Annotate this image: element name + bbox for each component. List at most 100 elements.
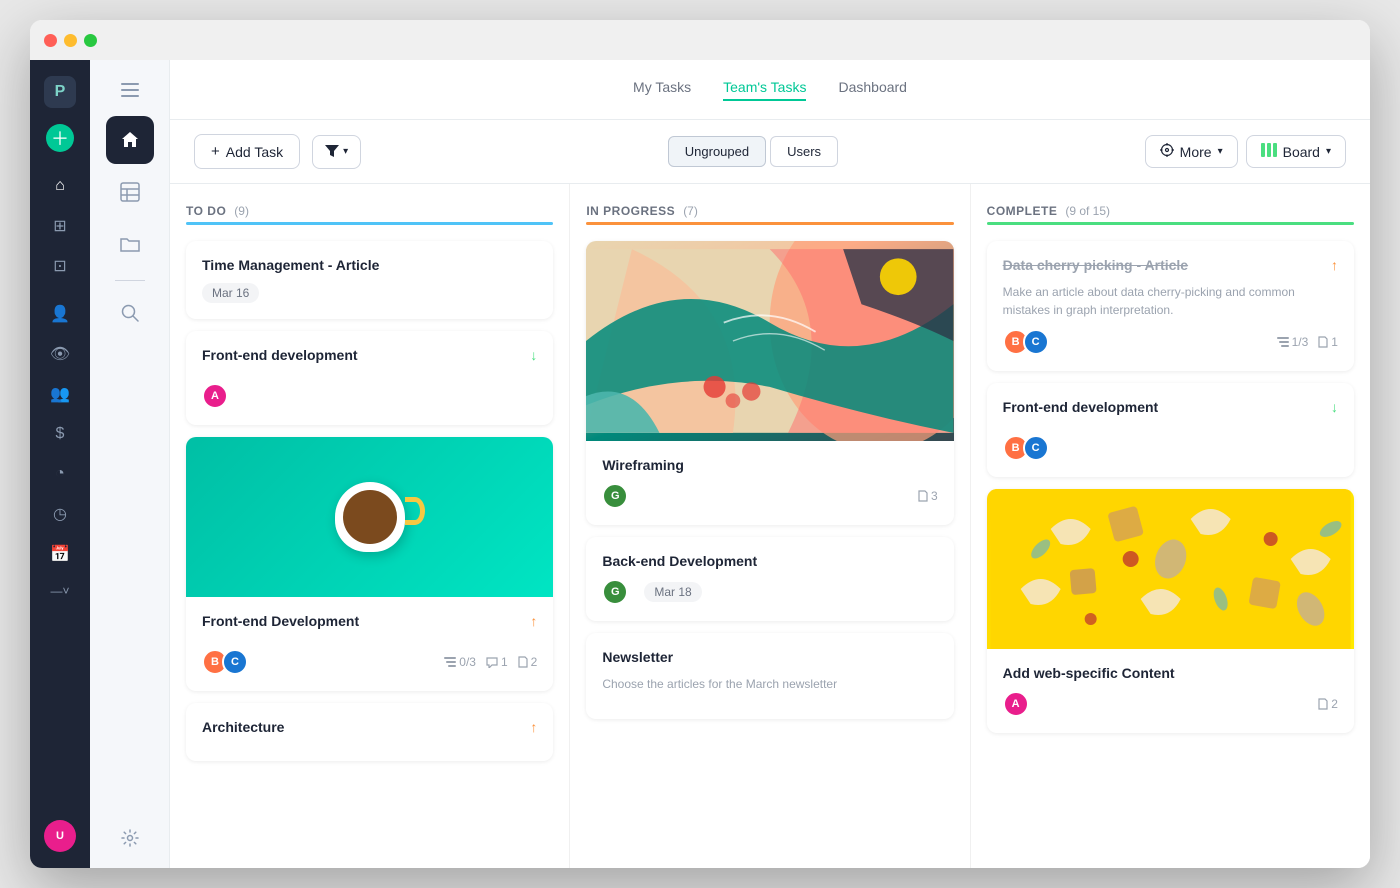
card-data-cherry[interactable]: Data cherry picking - Article ↑ Make an … xyxy=(987,241,1354,371)
minimize-button[interactable] xyxy=(64,34,77,47)
more-label: More xyxy=(1180,144,1212,160)
card-footer: B C xyxy=(1003,435,1338,461)
sidebar-item-home[interactable] xyxy=(106,116,154,164)
card-tag: Mar 18 xyxy=(644,582,701,602)
more-button[interactable]: More ▾ xyxy=(1145,135,1238,168)
card-title: Front-end development xyxy=(1003,399,1159,415)
nav-folder-icon[interactable]: ⊡ xyxy=(42,248,78,284)
app-logo: P xyxy=(44,76,76,108)
card-avatars: B C xyxy=(202,649,248,675)
card-title: Data cherry picking - Article xyxy=(1003,257,1188,273)
column-complete: COMPLETE (9 of 15) Data cherry picking -… xyxy=(971,184,1370,868)
column-complete-count: (9 of 15) xyxy=(1065,204,1110,218)
priority-down-icon: ↓ xyxy=(1331,399,1338,415)
card-footer: G 3 xyxy=(602,483,937,509)
maximize-button[interactable] xyxy=(84,34,97,47)
ungrouped-button[interactable]: Ungrouped xyxy=(668,136,766,167)
board-view-button[interactable]: Board ▾ xyxy=(1246,135,1346,168)
toolbar: + Add Task ▾ Ungrouped Users xyxy=(170,120,1370,184)
files-meta: 3 xyxy=(918,489,938,503)
card-meta: 3 xyxy=(918,489,938,503)
card-frontend-dev-coffee[interactable]: Front-end Development ↑ B C xyxy=(186,437,553,691)
filter-button[interactable]: ▾ xyxy=(312,135,361,169)
files-meta: 2 xyxy=(518,655,538,669)
card-image-art xyxy=(586,241,953,441)
avatar: C xyxy=(222,649,248,675)
column-todo-bar xyxy=(186,222,553,225)
card-footer: G Mar 18 xyxy=(602,579,937,605)
sidebar-item-search[interactable] xyxy=(106,289,154,337)
add-task-button[interactable]: + Add Task xyxy=(194,134,300,169)
card-wireframing[interactable]: Wireframing G 3 xyxy=(586,241,953,525)
card-frontend-complete[interactable]: Front-end development ↓ B C xyxy=(987,383,1354,477)
tab-my-tasks[interactable]: My Tasks xyxy=(633,79,691,101)
card-meta: 1/3 1 xyxy=(1277,335,1338,349)
main-content: My Tasks Team's Tasks Dashboard + Add Ta… xyxy=(170,60,1370,868)
tab-dashboard[interactable]: Dashboard xyxy=(838,79,907,101)
toolbar-right: More ▾ Board ▾ xyxy=(1145,135,1346,168)
card-backend-dev[interactable]: Back-end Development G Mar 18 xyxy=(586,537,953,621)
card-web-content[interactable]: Add web-specific Content A xyxy=(987,489,1354,733)
card-avatars: G xyxy=(602,483,628,509)
avatar: C xyxy=(1023,329,1049,355)
card-footer: B C 0/3 xyxy=(202,649,537,675)
card-desc: Choose the articles for the March newsle… xyxy=(602,675,937,693)
sidebar-item-settings[interactable] xyxy=(112,820,148,856)
filter-icon xyxy=(325,144,339,160)
sidebar-bottom xyxy=(112,820,148,856)
comments-meta: 1 xyxy=(486,655,508,669)
board-icon xyxy=(1261,143,1277,160)
priority-up-icon: ↑ xyxy=(1331,257,1338,273)
add-task-label: Add Task xyxy=(226,144,283,160)
nav-home-icon[interactable]: ⌂ xyxy=(42,168,78,204)
avatar: A xyxy=(202,383,228,409)
card-avatars: B C xyxy=(1003,435,1049,461)
add-button[interactable]: ＋ xyxy=(46,124,74,152)
card-newsletter[interactable]: Newsletter Choose the articles for the M… xyxy=(586,633,953,719)
column-inprogress-header: IN PROGRESS (7) xyxy=(586,204,953,218)
top-tabs: My Tasks Team's Tasks Dashboard xyxy=(633,79,907,101)
traffic-lights xyxy=(44,34,97,47)
card-title: Wireframing xyxy=(602,457,937,473)
sidebar xyxy=(90,60,170,868)
close-button[interactable] xyxy=(44,34,57,47)
card-avatars: A xyxy=(1003,691,1029,717)
sidebar-menu-icon[interactable] xyxy=(112,72,148,108)
titlebar xyxy=(30,20,1370,60)
card-footer: B C 1/3 xyxy=(1003,329,1338,355)
nav-grid-icon[interactable]: ⊞ xyxy=(42,208,78,244)
priority-down-icon: ↓ xyxy=(530,347,537,363)
card-avatars: G xyxy=(602,579,628,605)
more-chevron-icon: ▾ xyxy=(1218,146,1223,157)
sidebar-item-table[interactable] xyxy=(106,168,154,216)
tab-teams-tasks[interactable]: Team's Tasks xyxy=(723,79,806,101)
settings-icon xyxy=(1160,143,1174,160)
users-button[interactable]: Users xyxy=(770,136,838,167)
card-avatars: A xyxy=(202,383,228,409)
card-title: Front-end Development xyxy=(202,613,359,629)
nav-chart-icon[interactable]: ◔ xyxy=(42,456,78,492)
column-complete-header: COMPLETE (9 of 15) xyxy=(987,204,1354,218)
nav-eye-icon[interactable]: 👁 xyxy=(42,336,78,372)
chevron-down-icon: ▾ xyxy=(343,146,348,157)
card-desc: Make an article about data cherry-pickin… xyxy=(1003,283,1338,319)
column-inprogress-bar xyxy=(586,222,953,225)
board-label: Board xyxy=(1283,144,1320,160)
card-frontend-dev-todo[interactable]: Front-end development ↓ A xyxy=(186,331,553,425)
left-nav: P ＋ ⌂ ⊞ ⊡ 👤 👁 👥 $ ◔ ◷ 📅 —˅ U xyxy=(30,60,90,868)
nav-clock-icon[interactable]: ◷ xyxy=(42,496,78,532)
sidebar-item-folder[interactable] xyxy=(106,220,154,268)
nav-people-icon[interactable]: 👥 xyxy=(42,376,78,412)
card-footer: A 2 xyxy=(1003,691,1338,717)
card-architecture[interactable]: Architecture ↑ xyxy=(186,703,553,761)
nav-dollar-icon[interactable]: $ xyxy=(42,416,78,452)
column-todo-header: TO DO (9) xyxy=(186,204,553,218)
user-avatar[interactable]: U xyxy=(44,820,76,852)
card-time-management[interactable]: Time Management - Article Mar 16 xyxy=(186,241,553,319)
nav-person-icon[interactable]: 👤 xyxy=(42,296,78,332)
nav-calendar-icon[interactable]: 📅 xyxy=(42,536,78,572)
avatar: G xyxy=(602,483,628,509)
card-meta: 2 xyxy=(1318,697,1338,711)
column-todo: TO DO (9) Time Management - Article Mar … xyxy=(170,184,570,868)
card-title: Time Management - Article xyxy=(202,257,537,273)
